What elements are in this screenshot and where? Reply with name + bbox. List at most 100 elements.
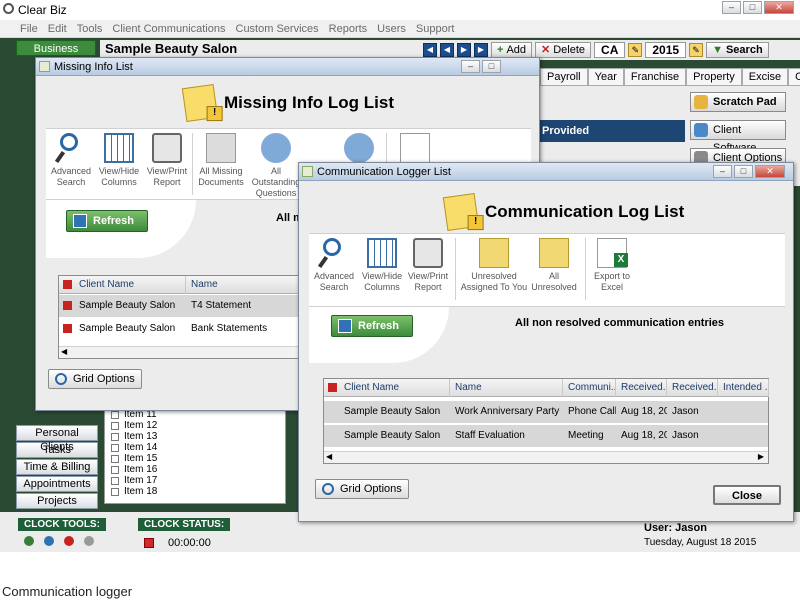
nav-personal-clients[interactable]: Personal Clients	[16, 425, 98, 453]
clock-in-icon[interactable]	[24, 536, 34, 546]
checkbox[interactable]	[111, 465, 119, 474]
advanced-search-button[interactable]: Advanced Search	[48, 133, 94, 188]
list-item[interactable]: Item 15	[105, 453, 285, 464]
maximize-button[interactable]: □	[743, 1, 762, 14]
horizontal-scrollbar[interactable]: ◀ ▶	[324, 451, 768, 463]
delete-button[interactable]: ✕ Delete	[535, 42, 592, 58]
scroll-right-icon[interactable]: ▶	[758, 452, 764, 461]
menu-file[interactable]: File	[20, 23, 38, 35]
last-record-button[interactable]: ▶	[474, 43, 488, 57]
province-select[interactable]: CA	[594, 42, 626, 58]
tab-excise[interactable]: Excise	[741, 68, 789, 86]
search-button[interactable]: ▼ Search	[706, 42, 769, 58]
menu-custom-services[interactable]: Custom Services	[236, 23, 319, 35]
scroll-left-icon[interactable]: ◀	[61, 347, 67, 356]
comm-titlebar[interactable]: Communication Logger List – □ ✕	[299, 163, 793, 181]
list-item[interactable]: Item 18	[105, 486, 285, 497]
nav-tasks[interactable]: Tasks	[16, 442, 98, 458]
view-print-report-button[interactable]: View/Print Report	[144, 133, 190, 188]
col-communication[interactable]: Communi...	[564, 379, 616, 397]
menu-users[interactable]: Users	[377, 23, 406, 35]
close-dialog-button[interactable]: Close	[713, 485, 781, 505]
all-unresolved-button[interactable]: All Unresolved	[531, 238, 577, 293]
list-item[interactable]: Item 12	[105, 420, 285, 431]
tab-year-end[interactable]: Year End	[587, 68, 624, 99]
ribbon-label: All Unresolved	[531, 271, 577, 292]
list-item[interactable]: Item 16	[105, 464, 285, 475]
checkbox[interactable]	[111, 410, 119, 419]
view-hide-columns-button[interactable]: View/Hide Columns	[359, 238, 405, 293]
tab-other[interactable]: Ot	[788, 68, 800, 86]
export-to-excel-button[interactable]: X Export to Excel	[589, 238, 635, 293]
col-received-date[interactable]: Received...	[617, 379, 667, 397]
prev-record-button[interactable]: ◀	[440, 43, 454, 57]
all-missing-documents-button[interactable]: All Missing Documents	[198, 133, 244, 188]
col-intended[interactable]: Intended ...	[719, 379, 769, 397]
stopwatch-icon[interactable]	[84, 536, 94, 546]
maximize-button[interactable]: □	[734, 165, 753, 178]
list-item[interactable]: Item 17	[105, 475, 285, 486]
col-name[interactable]: Name	[187, 276, 304, 294]
col-received-by[interactable]: Received...	[668, 379, 718, 397]
grid-options-button[interactable]: Grid Options	[48, 369, 142, 389]
minimize-button[interactable]: –	[722, 1, 741, 14]
checkbox[interactable]	[111, 454, 119, 463]
refresh-list-button[interactable]: Refresh List	[66, 210, 148, 247]
scroll-left-icon[interactable]: ◀	[326, 452, 332, 461]
scratch-pad-button[interactable]: Scratch Pad	[690, 92, 786, 112]
view-print-report-button[interactable]: View/Print Report	[405, 238, 451, 293]
horizontal-scrollbar[interactable]: ◀	[59, 346, 302, 358]
client-name: Sample Beauty Salon	[100, 40, 420, 58]
all-outstanding-questions-button[interactable]: All Outstanding Questions	[246, 133, 306, 199]
tab-payroll[interactable]: Payroll	[540, 68, 588, 86]
menu-support[interactable]: Support	[416, 23, 455, 35]
year-select[interactable]: 2015	[645, 42, 687, 58]
minimize-button[interactable]: –	[713, 165, 732, 178]
nav-projects[interactable]: Projects	[16, 493, 98, 509]
table-row[interactable]: Sample Beauty Salon Work Anniversary Par…	[324, 401, 768, 423]
close-button[interactable]: ✕	[764, 1, 794, 14]
client-software-button[interactable]: Client Software	[690, 120, 786, 154]
checkbox[interactable]	[111, 476, 119, 485]
pencil-icon[interactable]: ✎	[628, 43, 643, 57]
checkbox[interactable]	[111, 443, 119, 452]
question-bubbles-icon	[261, 133, 291, 163]
col-name[interactable]: Name	[451, 379, 563, 397]
view-hide-columns-button[interactable]: View/Hide Columns	[96, 133, 142, 188]
table-row[interactable]: Sample Beauty Salon Bank Statements	[59, 318, 302, 340]
tab-property[interactable]: Property	[686, 68, 742, 86]
missing-info-titlebar[interactable]: Missing Info List – □	[36, 58, 539, 76]
item-label: Item 12	[124, 420, 158, 431]
col-client-name[interactable]: Client Name	[75, 276, 186, 294]
checkbox[interactable]	[111, 421, 119, 430]
refresh-list-button[interactable]: Refresh List	[331, 315, 413, 352]
col-client-name[interactable]: Client Name	[340, 379, 450, 397]
menubar: File Edit Tools Client Communications Cu…	[0, 20, 800, 38]
nav-appointments[interactable]: Appointments	[16, 476, 98, 492]
close-button[interactable]: ✕	[755, 165, 785, 178]
maximize-button[interactable]: □	[482, 60, 501, 73]
menu-edit[interactable]: Edit	[48, 23, 67, 35]
menu-reports[interactable]: Reports	[329, 23, 368, 35]
clock-pause-icon[interactable]	[44, 536, 54, 546]
minimize-button[interactable]: –	[461, 60, 480, 73]
pencil-icon[interactable]: ✎	[689, 43, 704, 57]
table-row[interactable]: Sample Beauty Salon Staff Evaluation Mee…	[324, 425, 768, 447]
first-record-button[interactable]: ◀	[423, 43, 437, 57]
unresolved-assigned-button[interactable]: Unresolved Assigned To You	[459, 238, 529, 293]
business-clients-tab[interactable]: Business Clients	[16, 40, 96, 71]
advanced-search-button[interactable]: Advanced Search	[311, 238, 357, 293]
nav-time-billing[interactable]: Time & Billing	[16, 459, 98, 475]
checkbox[interactable]	[111, 487, 119, 496]
list-item[interactable]: Item 14	[105, 442, 285, 453]
menu-tools[interactable]: Tools	[77, 23, 103, 35]
list-item[interactable]: Item 13	[105, 431, 285, 442]
tab-franchise[interactable]: Franchise	[623, 68, 687, 86]
table-row[interactable]: Sample Beauty Salon T4 Statement	[59, 295, 302, 317]
add-button[interactable]: + Add	[491, 42, 533, 58]
clock-out-icon[interactable]	[64, 536, 74, 546]
menu-client-communications[interactable]: Client Communications	[112, 23, 225, 35]
grid-options-button[interactable]: Grid Options	[315, 479, 409, 499]
checkbox[interactable]	[111, 432, 119, 441]
next-record-button[interactable]: ▶	[457, 43, 471, 57]
